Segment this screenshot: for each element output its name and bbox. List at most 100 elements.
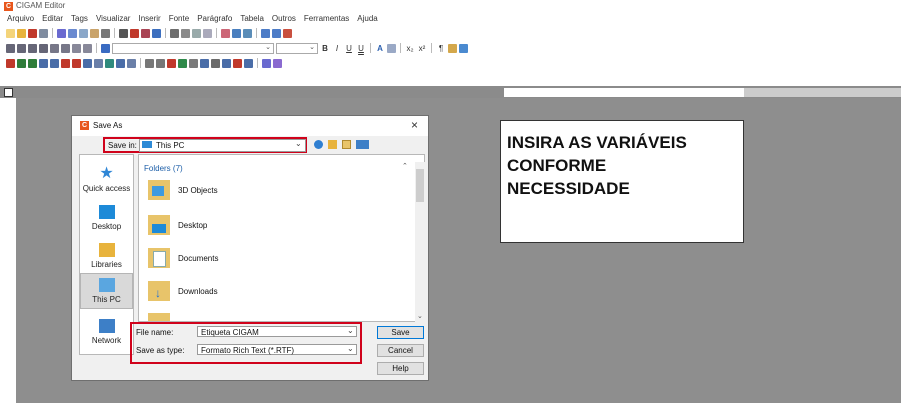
spell-icon[interactable] — [221, 28, 230, 38]
label-content[interactable]: INSIRA AS VARIÁVEIS CONFORME NECESSIDADE — [507, 131, 687, 200]
up-folder-icon[interactable] — [328, 140, 337, 149]
cancel-button[interactable]: Cancel — [377, 344, 424, 357]
cell-borders-icon[interactable] — [94, 58, 103, 68]
align-left-icon[interactable] — [6, 43, 15, 53]
save-icon[interactable] — [28, 28, 37, 38]
variable-icon[interactable] — [222, 58, 231, 68]
globe-icon[interactable] — [178, 58, 187, 68]
select-table-icon[interactable] — [127, 58, 136, 68]
menu-inserir[interactable]: Inserir — [134, 12, 164, 25]
textbox-icon[interactable] — [156, 58, 165, 68]
bullets-icon[interactable] — [50, 43, 59, 53]
menu-arquivo[interactable]: Arquivo — [3, 12, 38, 25]
insert-column-icon[interactable] — [28, 58, 37, 68]
scrollbar-thumb[interactable] — [416, 169, 424, 202]
view-menu-icon[interactable] — [356, 140, 369, 149]
highlight-icon[interactable] — [387, 43, 396, 53]
menu-outros[interactable]: Outros — [268, 12, 300, 25]
outdent-icon[interactable] — [83, 43, 92, 53]
shape-icon[interactable] — [189, 58, 198, 68]
help-button[interactable]: Help — [377, 362, 424, 375]
print-preview-icon[interactable] — [170, 28, 179, 38]
folder-item[interactable]: Documents — [148, 244, 218, 272]
insert-table-icon[interactable] — [6, 58, 15, 68]
merge-cells-icon[interactable] — [61, 58, 70, 68]
menu-visualizar[interactable]: Visualizar — [92, 12, 135, 25]
save-all-icon[interactable] — [39, 28, 48, 38]
font-name-combo[interactable]: ⌄ — [112, 42, 274, 54]
tab-stop-selector[interactable] — [4, 88, 13, 97]
autocorrect-icon[interactable] — [273, 58, 282, 68]
new-document-icon[interactable] — [6, 28, 15, 38]
folder-item[interactable]: 3D Objects — [148, 176, 218, 204]
email-icon[interactable] — [152, 28, 161, 38]
paragraph-marks-button[interactable]: ¶ — [436, 44, 446, 53]
style-icon[interactable] — [101, 43, 110, 53]
folders-group-header[interactable]: Folders (7) — [144, 164, 183, 173]
object-icon[interactable] — [167, 58, 176, 68]
paste-icon[interactable] — [90, 28, 99, 38]
cell-shading-icon[interactable] — [105, 58, 114, 68]
place-libraries[interactable]: Libraries — [80, 243, 133, 269]
folder-item[interactable]: ↓ Downloads — [148, 277, 218, 305]
menu-tags[interactable]: Tags — [67, 12, 92, 25]
align-right-icon[interactable] — [28, 43, 37, 53]
cut-icon[interactable] — [101, 28, 110, 38]
delete-row-icon[interactable] — [39, 58, 48, 68]
field-icon[interactable] — [211, 58, 220, 68]
undo-icon[interactable] — [57, 28, 66, 38]
chart-icon[interactable] — [459, 43, 468, 53]
split-cells-icon[interactable] — [72, 58, 81, 68]
menu-ferramentas[interactable]: Ferramentas — [300, 12, 353, 25]
save-type-select[interactable]: Formato Rich Text (*.RTF) — [197, 344, 357, 355]
file-name-input[interactable]: Etiqueta CIGAM — [197, 326, 357, 337]
chevron-down-icon[interactable]: ⌄ — [347, 326, 354, 335]
barcode-icon[interactable] — [200, 58, 209, 68]
bookmark-icon[interactable] — [244, 58, 253, 68]
menu-ajuda[interactable]: Ajuda — [353, 12, 381, 25]
print-icon[interactable] — [119, 28, 128, 38]
chevron-down-icon[interactable]: ⌄ — [295, 139, 302, 148]
folder-item-partial[interactable] — [148, 313, 170, 321]
redo-icon[interactable] — [68, 28, 77, 38]
image-icon[interactable] — [232, 28, 241, 38]
insert-row-icon[interactable] — [17, 58, 26, 68]
link-icon[interactable] — [233, 58, 242, 68]
double-underline-button[interactable]: U — [356, 44, 366, 53]
insert-image-icon[interactable] — [448, 43, 457, 53]
indent-icon[interactable] — [72, 43, 81, 53]
table-props-icon[interactable] — [116, 58, 125, 68]
place-quick-access[interactable]: ★ Quick access — [80, 166, 133, 194]
zoom-icon[interactable] — [261, 28, 270, 38]
close-icon[interactable]: × — [411, 118, 418, 132]
open-folder-icon[interactable] — [17, 28, 26, 38]
label-page[interactable]: INSIRA AS VARIÁVEIS CONFORME NECESSIDADE — [500, 120, 744, 243]
find-next-icon[interactable] — [203, 28, 212, 38]
menu-editar[interactable]: Editar — [38, 12, 67, 25]
vertical-ruler[interactable] — [0, 98, 16, 403]
collapse-chevron-icon[interactable]: ⌃ — [402, 162, 408, 170]
place-network[interactable]: Network — [80, 319, 133, 345]
dialog-title-bar[interactable]: C Save As × — [72, 116, 428, 136]
save-button[interactable]: Save — [377, 326, 424, 339]
menu-tabela[interactable]: Tabela — [236, 12, 268, 25]
stamp-icon[interactable] — [130, 28, 139, 38]
scroll-down-icon[interactable]: ⌄ — [417, 312, 423, 320]
horizontal-ruler[interactable] — [504, 88, 901, 97]
subscript-button[interactable]: x₂ — [405, 44, 415, 53]
bold-button[interactable]: B — [320, 44, 330, 53]
back-icon[interactable] — [314, 140, 323, 149]
underline-button[interactable]: U — [344, 44, 354, 53]
copy-icon[interactable] — [79, 28, 88, 38]
italic-button[interactable]: I — [332, 44, 342, 53]
export-icon[interactable] — [141, 28, 150, 38]
table-icon[interactable] — [243, 28, 252, 38]
font-color-button[interactable]: A — [375, 44, 385, 53]
zoom-in-icon[interactable] — [272, 28, 281, 38]
table-grid-icon[interactable] — [83, 58, 92, 68]
place-this-pc[interactable]: This PC — [80, 273, 133, 309]
font-size-combo[interactable]: ⌄ — [276, 42, 318, 54]
abc-spell-icon[interactable] — [262, 58, 271, 68]
menu-fonte[interactable]: Fonte — [165, 12, 193, 25]
superscript-button[interactable]: x² — [417, 44, 427, 53]
